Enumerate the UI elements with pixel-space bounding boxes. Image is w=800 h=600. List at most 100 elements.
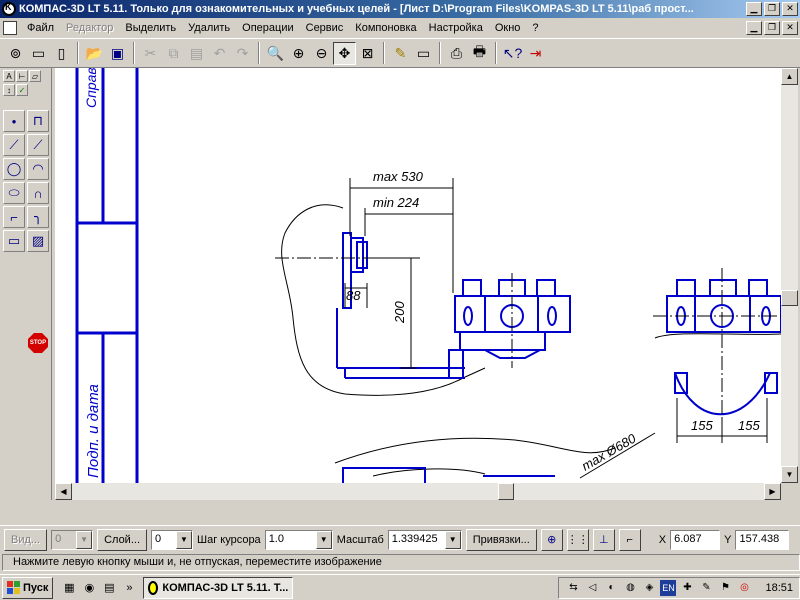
- vertical-scroll-thumb[interactable]: [781, 290, 798, 306]
- print-icon[interactable]: 🖶: [468, 42, 491, 65]
- pan-icon[interactable]: ✥: [333, 41, 356, 65]
- horizontal-scroll-thumb[interactable]: [498, 483, 514, 500]
- menu-help[interactable]: ?: [526, 22, 544, 34]
- view-combo[interactable]: 0 ▼: [51, 529, 94, 550]
- menu-file[interactable]: Файл: [21, 22, 60, 34]
- y-coordinate: 157.438: [735, 529, 790, 550]
- chevron-down-icon[interactable]: ▼: [76, 530, 93, 549]
- open-icon[interactable]: 📂: [83, 42, 106, 65]
- sheet-icon[interactable]: ▭: [412, 42, 435, 65]
- tray-record-icon[interactable]: ◎: [736, 580, 752, 596]
- layer-combo[interactable]: 0 ▼: [151, 529, 193, 550]
- tray-flag-icon[interactable]: ⚑: [717, 580, 733, 596]
- doc-restore-button[interactable]: ❐: [764, 21, 780, 35]
- new-sheet-icon[interactable]: ▯: [50, 42, 73, 65]
- zoom-out-icon[interactable]: ⊖: [310, 42, 333, 65]
- antivirus-icon[interactable]: ◐: [603, 580, 619, 596]
- globe-icon[interactable]: ◍: [622, 580, 638, 596]
- menu-editor[interactable]: Редактор: [60, 22, 119, 34]
- copy-icon[interactable]: ⧉: [162, 42, 185, 65]
- new-document-icon[interactable]: ▭: [27, 42, 50, 65]
- document-icon[interactable]: [3, 21, 17, 35]
- more-chevron-icon[interactable]: »: [121, 580, 137, 596]
- language-indicator[interactable]: EN: [660, 579, 677, 596]
- menu-delete[interactable]: Удалить: [182, 22, 236, 34]
- network-icon[interactable]: ⇆: [565, 580, 581, 596]
- menu-window[interactable]: Окно: [489, 22, 527, 34]
- rectangle-icon[interactable]: ▭: [3, 230, 25, 252]
- grid-icon[interactable]: ⋮⋮: [566, 528, 589, 551]
- parametric-icon[interactable]: ✓: [16, 84, 28, 96]
- start-button[interactable]: Пуск: [2, 576, 54, 599]
- toolbar-separator: [495, 42, 497, 64]
- menu-layout[interactable]: Компоновка: [349, 22, 422, 34]
- volume-icon[interactable]: ◁: [584, 580, 600, 596]
- scale-combo[interactable]: 1.339425 ▼: [387, 529, 462, 550]
- menu-operations[interactable]: Операции: [236, 22, 299, 34]
- desktop-icon[interactable]: ▦: [61, 580, 77, 596]
- task-kompas[interactable]: КОМПАС-3D LT 5.11. Т...: [143, 576, 294, 599]
- local-cs-icon[interactable]: ⊥: [592, 528, 615, 551]
- zoom-in-icon[interactable]: ⊕: [287, 42, 310, 65]
- scroll-right-button[interactable]: ▶: [764, 483, 781, 500]
- zoom-icon[interactable]: 🔍: [264, 42, 287, 65]
- ortho-icon[interactable]: ⌐: [618, 528, 641, 551]
- doc-close-button[interactable]: ✕: [782, 21, 798, 35]
- paste-icon[interactable]: ▤: [185, 42, 208, 65]
- scroll-up-button[interactable]: ▲: [781, 68, 798, 85]
- chevron-down-icon[interactable]: ▼: [444, 530, 461, 549]
- scroll-down-button[interactable]: ▼: [781, 466, 798, 483]
- kompas-app-icon[interactable]: [2, 2, 16, 16]
- explorer-icon[interactable]: ▤: [101, 580, 117, 596]
- chamfer-icon[interactable]: ⌐: [3, 206, 25, 228]
- exit-icon[interactable]: ⇥: [524, 42, 547, 65]
- measure-icon[interactable]: ▱: [29, 70, 41, 82]
- doc-minimize-button[interactable]: ▁: [746, 21, 762, 35]
- view-button[interactable]: Вид...: [4, 528, 48, 551]
- annotation-icon[interactable]: A: [3, 70, 15, 82]
- save-icon[interactable]: ▣: [106, 42, 129, 65]
- new-view-icon[interactable]: ⊚: [4, 42, 27, 65]
- menu-select[interactable]: Выделить: [119, 22, 182, 34]
- menu-settings[interactable]: Настройка: [423, 22, 489, 34]
- clock[interactable]: 18:51: [765, 582, 793, 594]
- tray-pen-icon[interactable]: ✎: [698, 580, 714, 596]
- segment-icon[interactable]: ⟋: [3, 134, 25, 156]
- local-snap-icon[interactable]: ⊕: [540, 528, 563, 551]
- ellipse-icon[interactable]: ⬭: [3, 182, 25, 204]
- circle-icon[interactable]: ◯: [3, 158, 25, 180]
- hatch-icon[interactable]: ▨: [27, 230, 49, 252]
- menu-service[interactable]: Сервис: [300, 22, 350, 34]
- point-icon[interactable]: •: [3, 110, 25, 132]
- close-button[interactable]: ✕: [782, 2, 798, 16]
- cut-icon[interactable]: ✂: [139, 42, 162, 65]
- edit-geometry-icon[interactable]: ↕: [3, 84, 15, 96]
- chevron-down-icon[interactable]: ▼: [176, 530, 192, 549]
- undo-icon[interactable]: ↶: [208, 42, 231, 65]
- cursor-step-combo[interactable]: 1.0 ▼: [264, 529, 333, 550]
- stop-button[interactable]: STOP: [27, 332, 49, 354]
- help-pointer-icon[interactable]: ↖?: [501, 42, 524, 65]
- dimension-icon[interactable]: ⊢: [16, 70, 28, 82]
- vertical-scrollbar[interactable]: ▲ ▼: [781, 68, 798, 483]
- kompas-quick-icon[interactable]: ◉: [81, 580, 97, 596]
- edit-icon[interactable]: ✎: [389, 42, 412, 65]
- chevron-down-icon[interactable]: ▼: [315, 530, 332, 549]
- redo-icon[interactable]: ↷: [231, 42, 254, 65]
- arc-icon[interactable]: ◠: [27, 158, 49, 180]
- curve-icon[interactable]: ∩: [27, 182, 49, 204]
- drawing-canvas[interactable]: Справ Подп. и дата max 530 min 224 88 20…: [55, 68, 781, 483]
- tray-app-icon[interactable]: ◈: [641, 580, 657, 596]
- print-preview-icon[interactable]: ⎙: [445, 42, 468, 65]
- layer-button[interactable]: Слой...: [97, 528, 147, 551]
- fillet-icon[interactable]: ╮: [27, 206, 49, 228]
- auxiliary-line-icon[interactable]: ⊓: [27, 110, 49, 132]
- parallel-segment-icon[interactable]: ⟋: [27, 134, 49, 156]
- zoom-fit-icon[interactable]: ⊠: [356, 42, 379, 65]
- snap-button[interactable]: Привязки...: [465, 528, 537, 551]
- horizontal-scrollbar[interactable]: ◀ ▶: [55, 483, 781, 500]
- restore-button[interactable]: ❐: [764, 2, 780, 16]
- tray-tool-icon[interactable]: ✚: [679, 580, 695, 596]
- minimize-button[interactable]: ▁: [746, 2, 762, 16]
- scroll-left-button[interactable]: ◀: [55, 483, 72, 500]
